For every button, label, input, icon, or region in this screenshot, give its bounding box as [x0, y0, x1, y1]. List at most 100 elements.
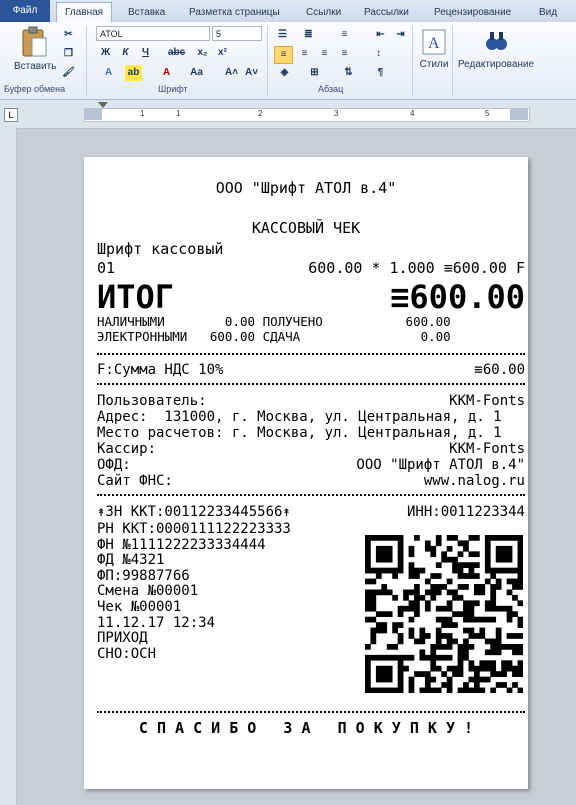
font-group-label: Шрифт: [158, 84, 188, 94]
tab-review[interactable]: Рецензирование: [434, 3, 511, 22]
styles-label: Стили: [419, 59, 449, 70]
font-size-combo[interactable]: 5: [212, 26, 262, 41]
zn-kkt: ↟ЗН ККТ:00112233445566↟: [97, 504, 291, 520]
item-code: 01: [97, 259, 116, 277]
styles-button[interactable]: A Стили: [416, 28, 452, 70]
cut-icon[interactable]: ✂: [60, 27, 77, 43]
vat-label: F:Сумма НДС 10%: [97, 362, 224, 378]
paragraph-group-label: Абзац: [318, 84, 344, 94]
subscript-icon[interactable]: x₂: [194, 45, 211, 61]
tab-selector[interactable]: L: [4, 108, 18, 122]
align-left-icon[interactable]: ≡: [274, 46, 293, 64]
line-spacing-icon[interactable]: ↕: [370, 46, 387, 62]
receipt-vat-line: F:Сумма НДС 10% ≡60.00: [97, 363, 525, 378]
change-case-icon[interactable]: Aa: [188, 65, 205, 81]
ofd-value: ООО "Шрифт АТОЛ в.4": [356, 457, 525, 473]
receipt-detail-line: ФП:99887766: [97, 567, 190, 584]
site-value: www.nalog.ru: [423, 473, 525, 489]
highlight-icon[interactable]: ab: [125, 65, 142, 81]
font-color-icon[interactable]: A: [158, 65, 175, 81]
justify-icon[interactable]: ≡: [336, 46, 353, 62]
receipt-user-line: Пользователь: KKM-Fonts: [97, 394, 525, 409]
total-value: ≡600.00: [390, 278, 525, 316]
receipt-zn-line: ↟ЗН ККТ:00112233445566↟ ИНН:0011223344: [97, 505, 525, 520]
paste-label: Вставить: [14, 61, 57, 72]
grow-font-icon[interactable]: A˄: [223, 65, 240, 81]
receipt-cashier-line: Кассир: KKM-Fonts: [97, 442, 525, 457]
vat-value: ≡60.00: [474, 362, 525, 378]
tab-view[interactable]: Вид: [539, 3, 557, 22]
strikethrough-icon[interactable]: abc: [168, 45, 185, 61]
svg-text:A: A: [428, 35, 440, 52]
dotted-separator: [97, 383, 525, 385]
bullets-icon[interactable]: ☰: [274, 27, 291, 43]
font-name-combo[interactable]: ATOL: [96, 26, 210, 41]
text-effects-icon[interactable]: A: [100, 65, 117, 81]
receipt-header: ООО "Шрифт АТОЛ в.4": [215, 179, 397, 197]
sort-icon[interactable]: ⇅: [340, 65, 357, 81]
receipt-detail-line: СНО:ОСН: [97, 645, 157, 662]
tab-insert[interactable]: Вставка: [128, 3, 165, 22]
receipt-site-line: Сайт ФНС: www.nalog.ru: [97, 474, 525, 489]
receipt-address: Адрес: 131000, г. Москва, ул. Центральна…: [97, 409, 502, 425]
inn: ИНН:0011223344: [406, 504, 525, 520]
clipboard-group-label: Буфер обмена: [4, 84, 66, 94]
clipboard-icon: [22, 26, 47, 57]
total-label: ИТОГ: [97, 278, 175, 316]
receipt-cash-line: НАЛИЧНЫМИ 0.00 ПОЛУЧЕНО 600.00: [97, 314, 451, 329]
horizontal-ruler[interactable]: L 1 1 2 3 4 5: [0, 100, 576, 129]
receipt-detail-line: 11.12.17 12:34: [97, 614, 216, 631]
receipt-detail-line: РН ККТ:0000111122223333: [97, 521, 291, 537]
align-center-icon[interactable]: ≡: [296, 46, 313, 62]
italic-icon[interactable]: К: [117, 45, 134, 61]
binoculars-icon: [486, 32, 507, 50]
indent-marker[interactable]: [98, 102, 108, 108]
editing-button[interactable]: Редактирование: [454, 28, 538, 70]
bold-icon[interactable]: Ж: [97, 45, 114, 61]
ribbon: Вставить ✂ ❐ 🖌 Буфер обмена ATOL 5 Ж К Ч…: [0, 22, 576, 100]
editing-label: Редактирование: [457, 59, 535, 70]
receipt-detail-line: Смена №00001: [97, 583, 199, 600]
user-label: Пользователь:: [97, 393, 207, 409]
paste-button[interactable]: Вставить: [14, 26, 57, 72]
user-value: KKM-Fonts: [449, 393, 525, 409]
receipt-item-line: 01 600.00 * 1.000 ≡600.00 F: [97, 261, 525, 276]
receipt-total-line: ИТОГ ≡600.00: [97, 279, 525, 315]
tab-file[interactable]: Файл: [0, 0, 50, 22]
shading-icon[interactable]: ◈: [276, 65, 293, 81]
show-marks-icon[interactable]: ¶: [372, 65, 389, 81]
increase-indent-icon[interactable]: ⇥: [392, 27, 409, 43]
dotted-separator: [97, 353, 525, 355]
receipt-card-line: ЭЛЕКТРОННЫМИ 600.00 СДАЧА 0.00: [97, 329, 451, 344]
receipt-doc-type: КАССОВЫЙ ЧЕК: [251, 219, 361, 237]
cashier-label: Кассир:: [97, 441, 157, 457]
receipt-thanks: С П А С И Б О З А П О К У П К У !: [138, 719, 474, 737]
numbering-icon[interactable]: ≣: [300, 27, 317, 43]
tab-mailings[interactable]: Рассылки: [364, 3, 409, 22]
decrease-indent-icon[interactable]: ⇤: [372, 27, 389, 43]
receipt-detail-line: ФН №1111222233334444: [97, 536, 266, 553]
vertical-ruler[interactable]: [0, 128, 17, 805]
document-page[interactable]: ООО "Шрифт АТОЛ в.4" КАССОВЫЙ ЧЕК Шрифт …: [84, 157, 528, 789]
receipt-place: Место расчетов: г. Москва, ул. Центральн…: [97, 425, 502, 441]
dotted-separator: [97, 494, 525, 496]
multilevel-list-icon[interactable]: ≡: [336, 27, 353, 43]
receipt-detail-line: ФД №4321: [97, 552, 165, 569]
underline-icon[interactable]: Ч: [137, 45, 154, 61]
ofd-label: ОФД:: [97, 457, 131, 473]
receipt-item-name: Шрифт кассовый: [97, 240, 224, 258]
superscript-icon[interactable]: x²: [214, 45, 231, 61]
copy-icon[interactable]: ❐: [60, 46, 77, 62]
format-painter-icon[interactable]: 🖌: [60, 65, 77, 81]
item-calc: 600.00 * 1.000 ≡600.00 F: [308, 259, 525, 277]
tab-home[interactable]: Главная: [56, 2, 113, 23]
align-right-icon[interactable]: ≡: [316, 46, 333, 62]
borders-icon[interactable]: ⊞: [306, 65, 323, 81]
receipt-detail-line: ПРИХОД: [97, 630, 148, 647]
site-label: Сайт ФНС:: [97, 473, 173, 489]
shrink-font-icon[interactable]: A˅: [243, 65, 260, 81]
tab-references[interactable]: Ссылки: [306, 3, 341, 22]
tab-page-layout[interactable]: Разметка страницы: [189, 3, 280, 22]
dotted-separator: [97, 711, 525, 713]
ribbon-tab-bar: Файл Главная Вставка Разметка страницы С…: [0, 0, 576, 23]
